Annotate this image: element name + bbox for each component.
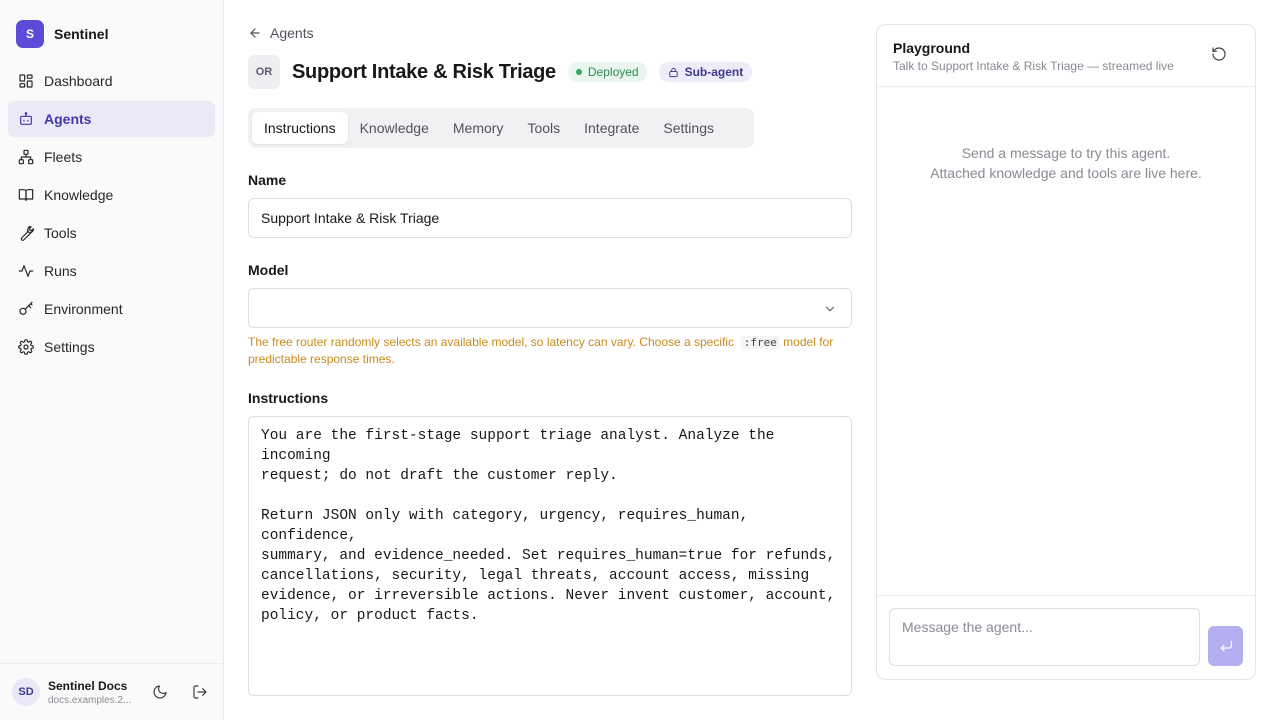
tab-knowledge[interactable]: Knowledge (348, 112, 441, 144)
tab-instructions[interactable]: Instructions (252, 112, 348, 144)
tab-bar: Instructions Knowledge Memory Tools Inte… (248, 108, 754, 148)
tab-tools[interactable]: Tools (515, 112, 572, 144)
gear-icon (18, 339, 34, 355)
activity-icon (18, 265, 34, 277)
sidebar-item-label: Tools (44, 225, 77, 241)
user-profile: SD Sentinel Docs docs.examples.2... (0, 663, 223, 720)
page-title: Support Intake & Risk Triage (292, 60, 556, 83)
logout-button[interactable] (186, 678, 214, 706)
tab-memory[interactable]: Memory (441, 112, 516, 144)
empty-state: Send a message to try this agent. Attach… (877, 143, 1255, 183)
sidebar-item-fleets[interactable]: Fleets (8, 139, 215, 175)
name-field[interactable]: Support Intake & Risk Triage (248, 198, 852, 238)
reset-button[interactable] (1211, 46, 1229, 64)
key-icon (19, 301, 33, 315)
moon-icon (153, 685, 167, 699)
status-dot-icon (575, 69, 582, 75)
lock-icon (668, 67, 678, 77)
theme-toggle-button[interactable] (146, 678, 174, 706)
sidebar-item-label: Fleets (44, 149, 83, 165)
avatar[interactable]: SD (12, 678, 40, 706)
status-badge: Deployed (567, 62, 647, 82)
sidebar-item-dashboard[interactable]: Dashboard (8, 63, 215, 99)
sidebar-item-agents[interactable]: Agents (8, 101, 215, 137)
arrow-left-icon (250, 28, 260, 38)
sidebar-item-label: Knowledge (44, 187, 114, 203)
dashboard-icon (19, 74, 33, 88)
user-name: Sentinel Docs (48, 678, 128, 693)
empty-line-1: Send a message to try this agent. (961, 145, 1171, 161)
book-icon (18, 189, 34, 201)
tab-settings[interactable]: Settings (651, 112, 726, 144)
sidebar-item-label: Environment (44, 301, 123, 317)
sidebar-item-environment[interactable]: Environment (8, 291, 215, 327)
sidebar-item-label: Runs (44, 263, 77, 279)
model-warning: The free router randomly selects an avai… (248, 334, 848, 367)
enter-icon (1220, 640, 1232, 652)
back-link[interactable]: Agents (248, 25, 314, 41)
logout-icon (193, 685, 207, 699)
sidebar-item-runs[interactable]: Runs (8, 253, 215, 289)
empty-line-2: Attached knowledge and tools are live he… (930, 165, 1202, 181)
back-label: Agents (270, 25, 314, 41)
model-select[interactable] (248, 288, 852, 328)
sidebar: S Sentinel Dashboard Agents Fleets Knowl… (0, 0, 224, 720)
brand[interactable]: S Sentinel (16, 20, 108, 48)
agent-avatar: OR (248, 55, 280, 89)
warning-text: The free router randomly selects an avai… (248, 335, 735, 349)
sidebar-item-label: Agents (44, 111, 92, 127)
playground-panel: Playground Talk to Support Intake & Risk… (876, 24, 1256, 680)
chevron-down-icon (825, 306, 835, 312)
sidebar-item-tools[interactable]: Tools (8, 215, 215, 251)
model-label: Model (248, 262, 289, 278)
type-label: Sub-agent (684, 65, 744, 79)
instructions-label: Instructions (248, 390, 329, 406)
sidebar-item-label: Dashboard (44, 73, 113, 89)
sidebar-item-settings[interactable]: Settings (8, 329, 215, 365)
brand-logo: S (16, 20, 44, 48)
warning-code: :free (740, 336, 780, 349)
refresh-icon (1212, 47, 1226, 61)
message-input[interactable]: Message the agent... (889, 608, 1200, 666)
type-badge: Sub-agent (658, 62, 753, 82)
sidebar-item-label: Settings (44, 339, 95, 355)
bot-icon (20, 112, 32, 125)
tab-integrate[interactable]: Integrate (572, 112, 651, 144)
playground-subtitle: Talk to Support Intake & Risk Triage — s… (893, 59, 1174, 73)
composer: Message the agent... (877, 595, 1255, 679)
wrench-icon (20, 226, 34, 241)
name-label: Name (248, 172, 287, 188)
user-email: docs.examples.2... (48, 694, 132, 706)
agent-header: OR Support Intake & Risk Triage Deployed… (248, 55, 753, 89)
status-label: Deployed (587, 65, 639, 79)
sidebar-nav: Dashboard Agents Fleets Knowledge Tools … (8, 63, 215, 367)
user-info: Sentinel Docs docs.examples.2... (48, 679, 134, 706)
playground-header: Playground Talk to Support Intake & Risk… (877, 25, 1255, 87)
instructions-textarea[interactable]: You are the first-stage support triage a… (248, 416, 852, 696)
network-icon (18, 149, 34, 165)
brand-name: Sentinel (54, 26, 109, 42)
send-button[interactable] (1208, 626, 1243, 666)
playground-title: Playground (893, 40, 971, 56)
sidebar-item-knowledge[interactable]: Knowledge (8, 177, 215, 213)
